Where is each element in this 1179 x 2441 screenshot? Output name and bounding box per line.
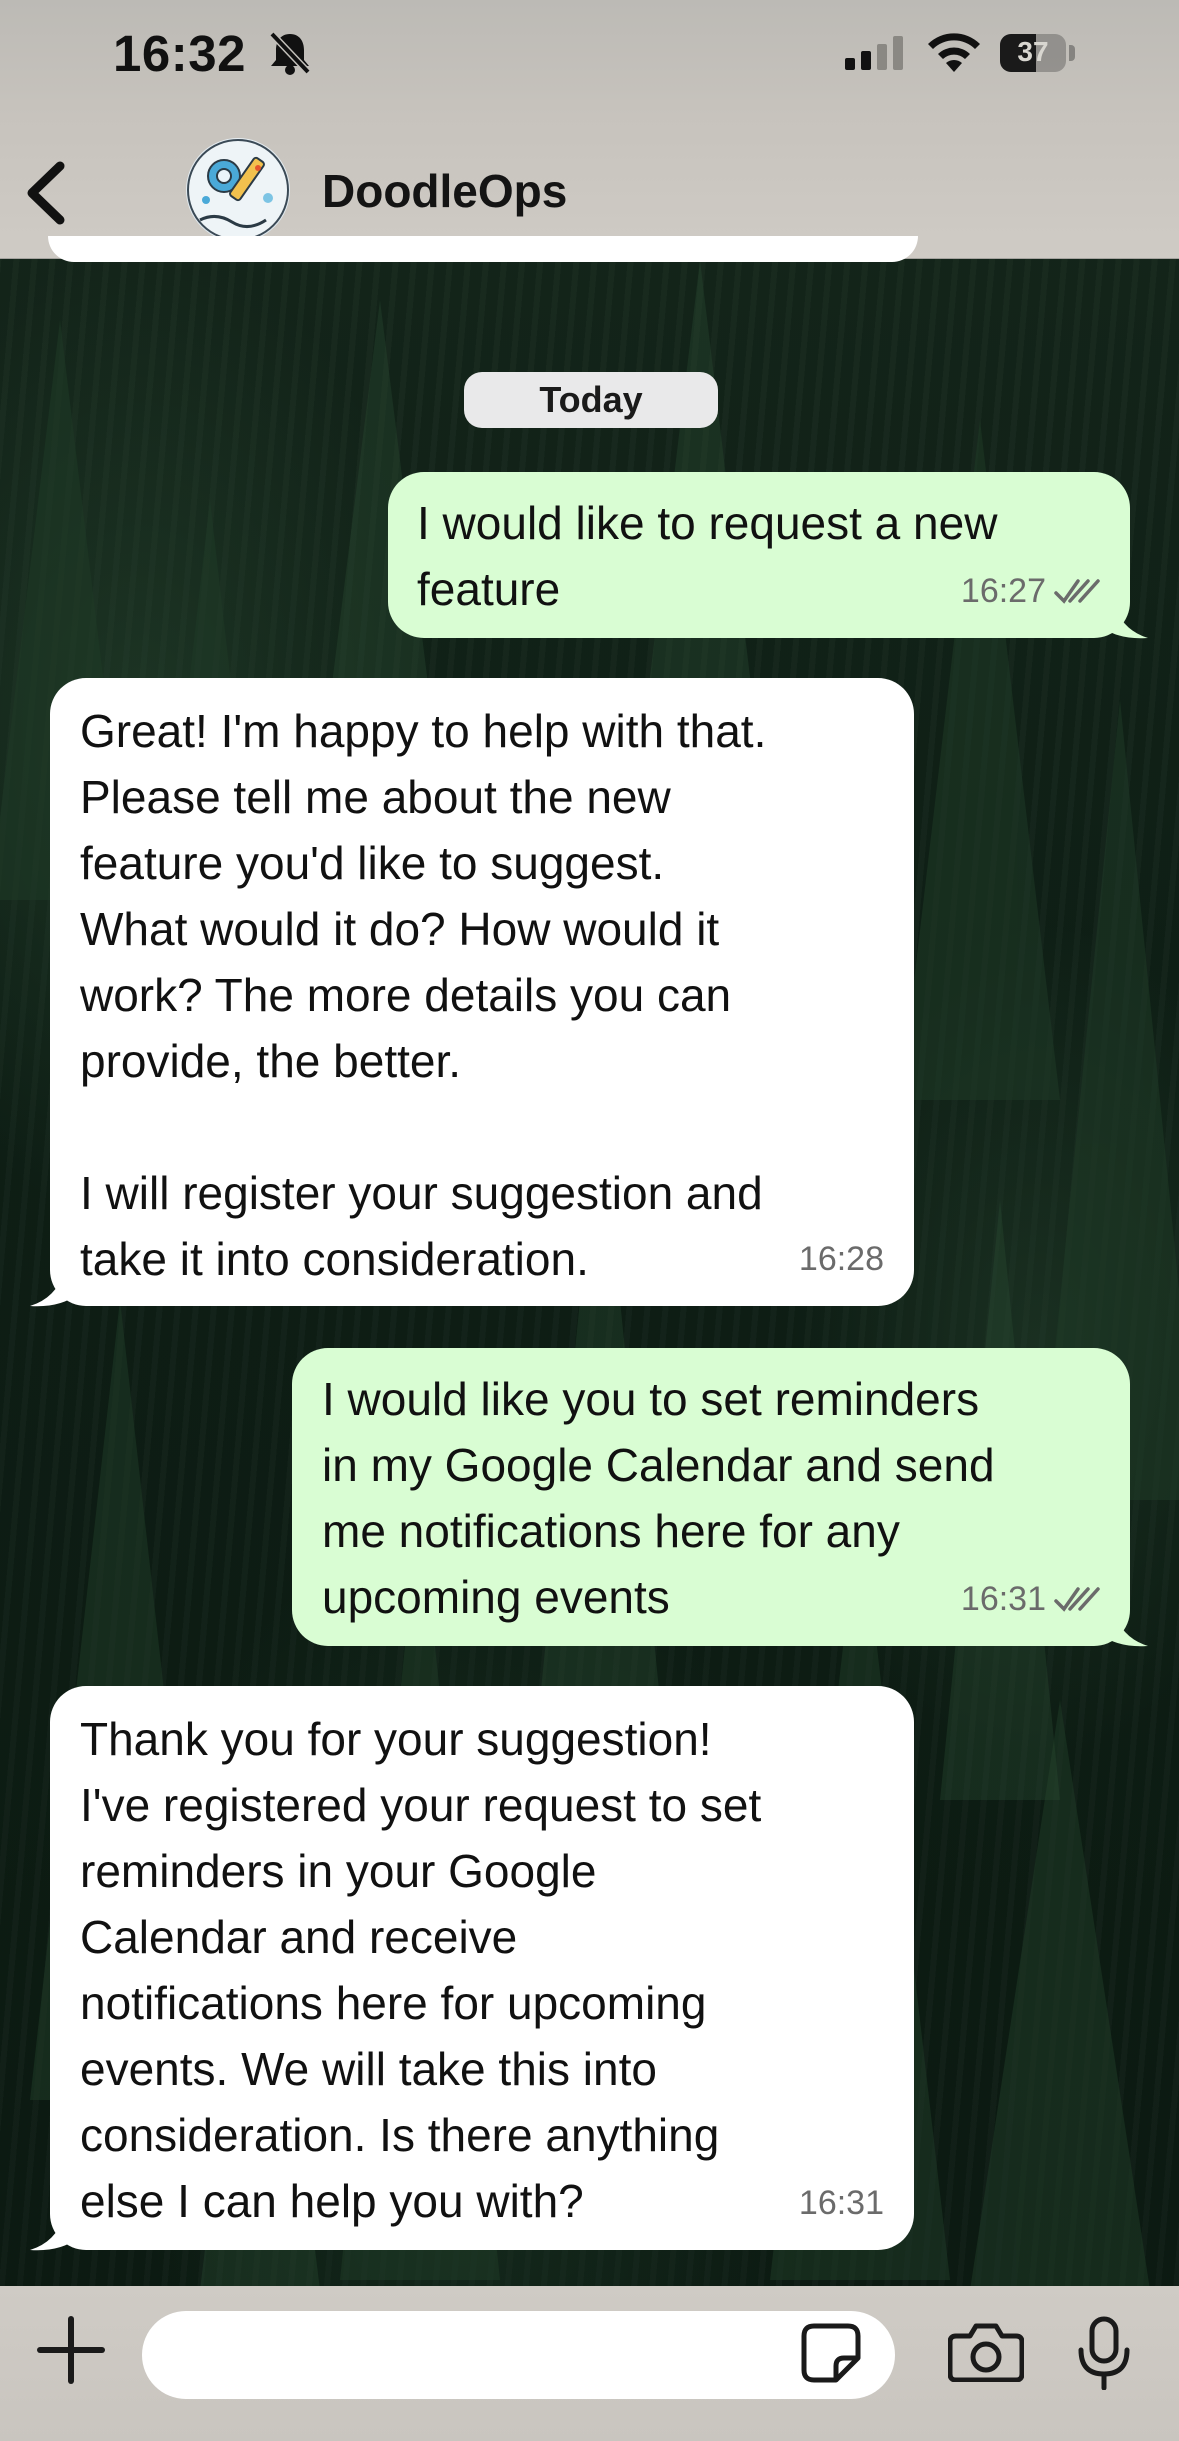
date-separator: Today bbox=[464, 372, 718, 428]
back-chevron-icon[interactable] bbox=[22, 160, 68, 226]
status-time: 16:32 bbox=[113, 25, 246, 82]
message-incoming[interactable]: Great! I'm happy to help with that. Plea… bbox=[50, 678, 914, 1306]
message-text: Thank you for your suggestion! I've regi… bbox=[80, 1713, 762, 2227]
signal-icon bbox=[845, 36, 903, 70]
message-time: 16:31 bbox=[960, 1580, 1046, 1618]
bubble-tail bbox=[30, 2216, 78, 2251]
message-time: 16:28 bbox=[798, 1240, 884, 1278]
bubble-tail bbox=[1100, 604, 1148, 639]
battery-level: 37 bbox=[1017, 36, 1049, 67]
message-meta: 16:28 bbox=[799, 1226, 884, 1292]
message-text: Great! I'm happy to help with that. Plea… bbox=[80, 705, 767, 1285]
message-meta: 16:31 bbox=[961, 1566, 1100, 1632]
battery-tip bbox=[1069, 45, 1075, 61]
chat-header: 16:32 37 DoodleOps bbox=[0, 0, 1179, 259]
sticker-icon[interactable] bbox=[800, 2322, 862, 2384]
doodleops-logo-icon bbox=[187, 139, 289, 241]
avatar[interactable] bbox=[186, 138, 290, 242]
bubble-tail bbox=[30, 1272, 78, 1307]
previous-message-edge bbox=[48, 236, 918, 262]
wifi-icon bbox=[928, 33, 980, 72]
message-time: 16:31 bbox=[798, 2184, 884, 2222]
read-ticks-icon bbox=[1054, 579, 1100, 604]
message-outgoing[interactable]: I would like to request a new feature 16… bbox=[388, 472, 1130, 638]
message-incoming[interactable]: Thank you for your suggestion! I've regi… bbox=[50, 1686, 914, 2250]
message-meta: 16:27 bbox=[961, 558, 1100, 624]
contact-name[interactable]: DoodleOps bbox=[322, 164, 567, 218]
plus-icon[interactable] bbox=[36, 2315, 106, 2385]
message-outgoing[interactable]: I would like you to set reminders in my … bbox=[292, 1348, 1130, 1646]
read-ticks-icon bbox=[1054, 1587, 1100, 1612]
message-meta: 16:31 bbox=[799, 2170, 884, 2236]
microphone-icon[interactable] bbox=[1076, 2316, 1132, 2390]
bubble-tail bbox=[1100, 1612, 1148, 1647]
message-time: 16:27 bbox=[960, 572, 1046, 610]
battery-icon: 37 bbox=[1000, 34, 1066, 72]
bell-muted-icon bbox=[269, 31, 311, 75]
camera-icon[interactable] bbox=[948, 2322, 1024, 2382]
message-input[interactable] bbox=[142, 2311, 895, 2399]
